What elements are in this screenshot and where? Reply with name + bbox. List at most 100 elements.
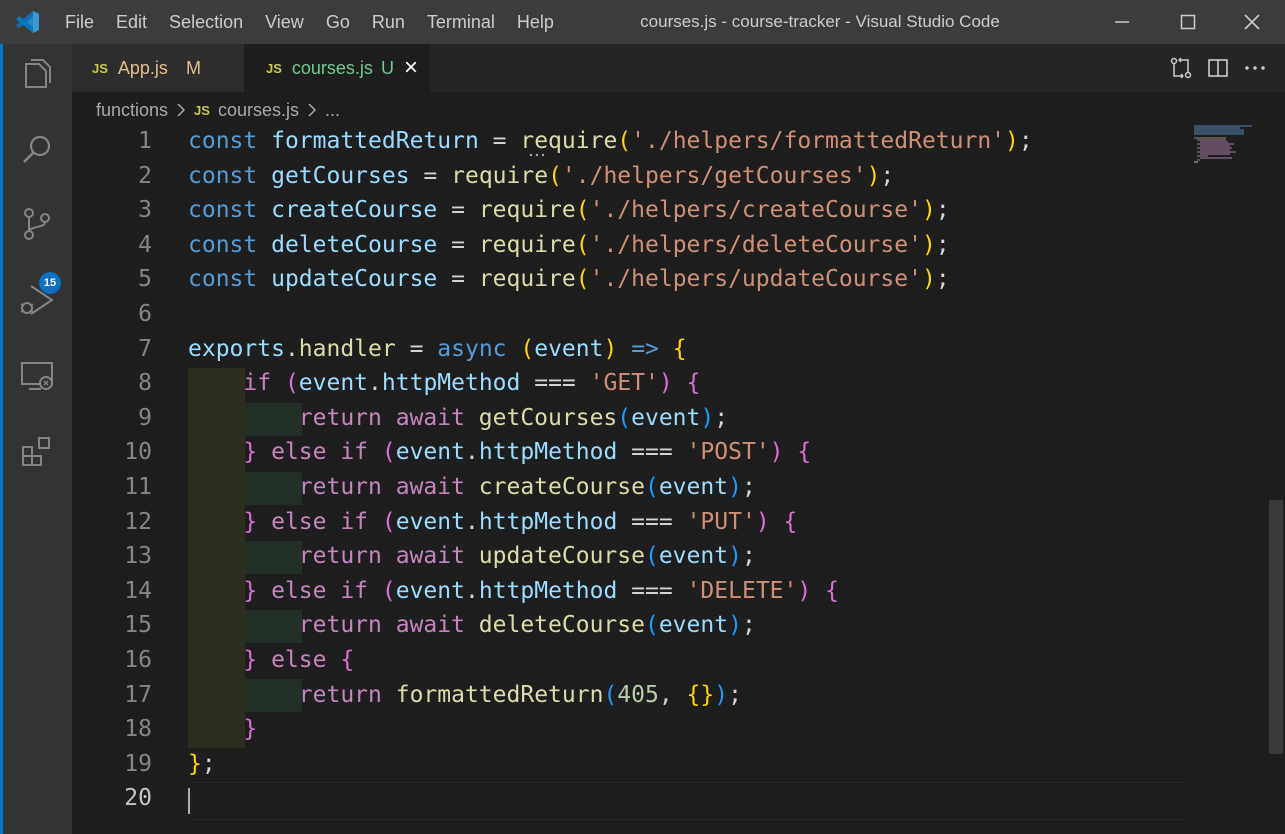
remote-explorer-icon[interactable] [17,356,57,396]
code-line[interactable]: 17 return formattedReturn(405, {}); [72,678,1192,713]
code-line[interactable]: 10 } else if (event.httpMethod === 'POST… [72,435,1192,470]
tab-courses-js[interactable]: JS courses.js U × [244,44,430,92]
line-number: 20 [124,785,152,812]
code-line[interactable]: 20 [72,781,1192,816]
code-token: return await [298,404,479,431]
code-line[interactable]: 3 const createCourse = require('./helpers… [72,193,1192,228]
minimap[interactable] [1192,124,1255,164]
menu-selection[interactable]: Selection [158,12,254,33]
code-token: 'GET' [589,370,659,397]
code-line[interactable]: 19}; [72,747,1192,782]
code-line[interactable]: 11 return await createCourse(event); [72,470,1192,505]
menu-file[interactable]: File [54,12,105,33]
code-text: } else if (event.httpMethod === 'PUT') { [188,505,797,540]
line-number: 2 [138,162,152,189]
code-token: else if [257,577,382,604]
tab-app-js[interactable]: JS App.js M [72,44,244,92]
code-line[interactable]: 15 return await deleteCourse(event); [72,608,1192,643]
code-line[interactable]: 8 if (event.httpMethod === 'GET') { [72,366,1192,401]
code-token: ; [741,474,756,500]
code-line[interactable]: 6 [72,297,1192,332]
code-token: 405 [617,681,659,708]
code-line[interactable]: 13 return await updateCourse(event); [72,539,1192,574]
code-line[interactable]: 14 } else if (event.httpMethod === 'DELE… [72,574,1192,609]
line-number: 9 [138,404,152,431]
code-token: ( [575,197,590,224]
code-token: './helpers/formattedReturn' [631,128,1006,154]
code-token: } [243,577,258,604]
code-line[interactable]: 9 return await getCourses(event); [72,401,1192,436]
close-window-button[interactable] [1219,0,1285,44]
code-token: ) [700,404,715,431]
maximize-button[interactable] [1155,0,1221,44]
menu-view[interactable]: View [254,12,315,33]
code-text: return await createCourse(event); [188,470,756,505]
code-token: { [783,508,798,535]
breadcrumb-more[interactable]: ... [325,100,340,121]
code-token: ) [603,335,618,362]
code-line[interactable]: 2 const getCourses = require('./helpers/g… [72,159,1192,194]
code-token: ( [644,543,659,570]
code-line[interactable]: 5 const updateCourse = require('./helpers… [72,262,1192,297]
code-line[interactable]: 1 const formattedReturn = require('./help… [72,124,1192,159]
code-token: ) [755,508,770,535]
code-token: === [617,439,687,466]
run-debug-icon[interactable] [17,280,57,320]
code-token: return await [298,543,479,570]
scrollbar-thumb[interactable] [1269,500,1283,754]
code-token: event [395,439,465,466]
code-token: { [825,577,839,604]
code-token: . [464,508,479,535]
menu-edit[interactable]: Edit [105,12,158,33]
breadcrumb-folder[interactable]: functions [96,100,168,121]
code-text: const updateCourse = require('./helpers/… [188,262,950,297]
code-line[interactable]: 12 } else if (event.httpMethod === 'PUT'… [72,505,1192,540]
close-icon[interactable]: × [404,54,418,82]
code-text: const formattedReturn = require('./helpe… [188,124,1033,159]
code-token: else [257,647,341,673]
code-token: ) [866,162,881,189]
code-token: ; [201,750,216,777]
vertical-scrollbar[interactable] [1267,124,1285,834]
breadcrumb-file[interactable]: courses.js [218,100,299,121]
source-control-icon[interactable] [17,204,57,244]
code-line[interactable]: 18 } [72,712,1192,747]
menu-run[interactable]: Run [361,12,416,33]
code-token: './helpers/deleteCourse' [589,231,922,258]
code-token: updateCourse [478,543,645,570]
code-token: createCourse [271,197,438,224]
code-line[interactable]: 4 const deleteCourse = require('./helpers… [72,228,1192,263]
code-token: ) [714,681,729,708]
code-token: event [658,612,729,639]
minimize-button[interactable] [1089,0,1155,44]
compare-changes-icon[interactable] [1169,56,1193,80]
menu-terminal[interactable]: Terminal [416,12,506,33]
line-number: 19 [124,750,152,777]
code-token: = [437,197,479,224]
code-token: ( [520,335,535,362]
menu-help[interactable]: Help [506,12,565,33]
code-token: . [368,370,382,397]
code-line[interactable]: 16 } else { [72,643,1192,678]
code-token: require [520,128,618,154]
menu-go[interactable]: Go [315,12,361,33]
more-actions-icon[interactable] [1243,56,1267,80]
code-token: ; [935,231,950,258]
explorer-icon[interactable] [17,56,57,96]
code-token: ; [741,612,756,639]
code-token: ( [617,128,632,154]
extensions-icon[interactable] [17,432,57,472]
split-editor-icon[interactable] [1207,57,1229,79]
line-number: 18 [124,716,152,743]
code-token: httpMethod [381,370,521,397]
code-token: formattedReturn [395,681,604,708]
line-number: 11 [124,474,152,500]
search-icon[interactable] [17,130,57,170]
code-editor[interactable]: 1 const formattedReturn = require('./help… [72,124,1267,834]
code-token: event [658,543,729,570]
code-line[interactable]: 7 exports.handler = async (event) => { [72,332,1192,367]
code-token: ; [714,404,729,431]
